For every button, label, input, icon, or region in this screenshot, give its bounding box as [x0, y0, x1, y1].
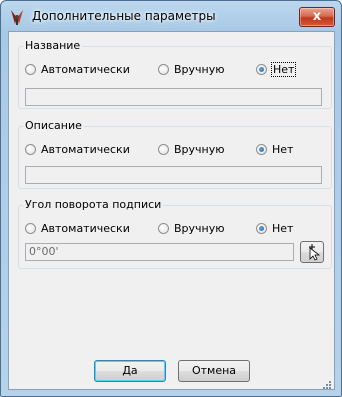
- resize-grip-icon[interactable]: [322, 380, 332, 390]
- ok-button[interactable]: Да: [94, 360, 166, 382]
- description-text-field[interactable]: [25, 166, 322, 184]
- window-title: Дополнительные параметры: [32, 9, 216, 23]
- radio-label: Автоматически: [41, 62, 130, 76]
- cancel-button[interactable]: Отмена: [178, 360, 250, 382]
- group-title: Описание: [23, 119, 84, 133]
- group-title: Название: [23, 39, 83, 53]
- radio-label: Автоматически: [41, 221, 130, 235]
- radio-none[interactable]: Нет: [256, 141, 293, 157]
- radio-button[interactable]: [25, 222, 36, 234]
- radio-button-checked[interactable]: [256, 143, 267, 155]
- radio-button-checked[interactable]: [256, 63, 267, 75]
- radio-button[interactable]: [158, 222, 169, 234]
- group-title: Угол поворота подписи: [23, 198, 164, 212]
- name-text-field[interactable]: [25, 88, 322, 106]
- radio-button[interactable]: [25, 143, 36, 155]
- radio-label: Вручную: [174, 142, 225, 156]
- group-label-rotation: Угол поворота подписи Автоматически Вруч…: [18, 198, 332, 269]
- close-button[interactable]: x: [299, 7, 335, 27]
- dialog-client-area: Название Автоматически Вручную Нет Описа…: [8, 31, 335, 390]
- radio-manual[interactable]: Вручную: [158, 61, 225, 77]
- group-name: Название Автоматически Вручную Нет: [18, 39, 332, 109]
- radio-label: Автоматически: [41, 142, 130, 156]
- radio-label: Нет: [270, 61, 297, 77]
- radio-none[interactable]: Нет: [256, 220, 293, 236]
- radio-manual[interactable]: Вручную: [158, 220, 225, 236]
- radio-label: Вручную: [174, 221, 225, 235]
- radio-auto[interactable]: Автоматически: [25, 220, 130, 236]
- group-description: Описание Автоматически Вручную Нет: [18, 119, 332, 189]
- rotation-angle-field[interactable]: 0°00': [25, 243, 294, 261]
- radio-button[interactable]: [25, 63, 36, 75]
- cursor-pick-icon: [309, 244, 321, 261]
- title-bar[interactable]: Дополнительные параметры x: [1, 1, 341, 31]
- radio-button-checked[interactable]: [256, 222, 267, 234]
- dialog-window: Дополнительные параметры x Название Авто…: [0, 0, 342, 397]
- radio-manual[interactable]: Вручную: [158, 141, 225, 157]
- radio-button[interactable]: [158, 63, 169, 75]
- radio-label: Нет: [272, 142, 294, 156]
- radio-none[interactable]: Нет: [256, 61, 297, 77]
- surveying-tool-icon: [11, 10, 23, 25]
- pick-angle-button[interactable]: [300, 241, 324, 263]
- radio-auto[interactable]: Автоматически: [25, 61, 130, 77]
- radio-label: Нет: [272, 221, 294, 235]
- radio-label: Вручную: [174, 62, 225, 76]
- radio-auto[interactable]: Автоматически: [25, 141, 130, 157]
- radio-button[interactable]: [158, 143, 169, 155]
